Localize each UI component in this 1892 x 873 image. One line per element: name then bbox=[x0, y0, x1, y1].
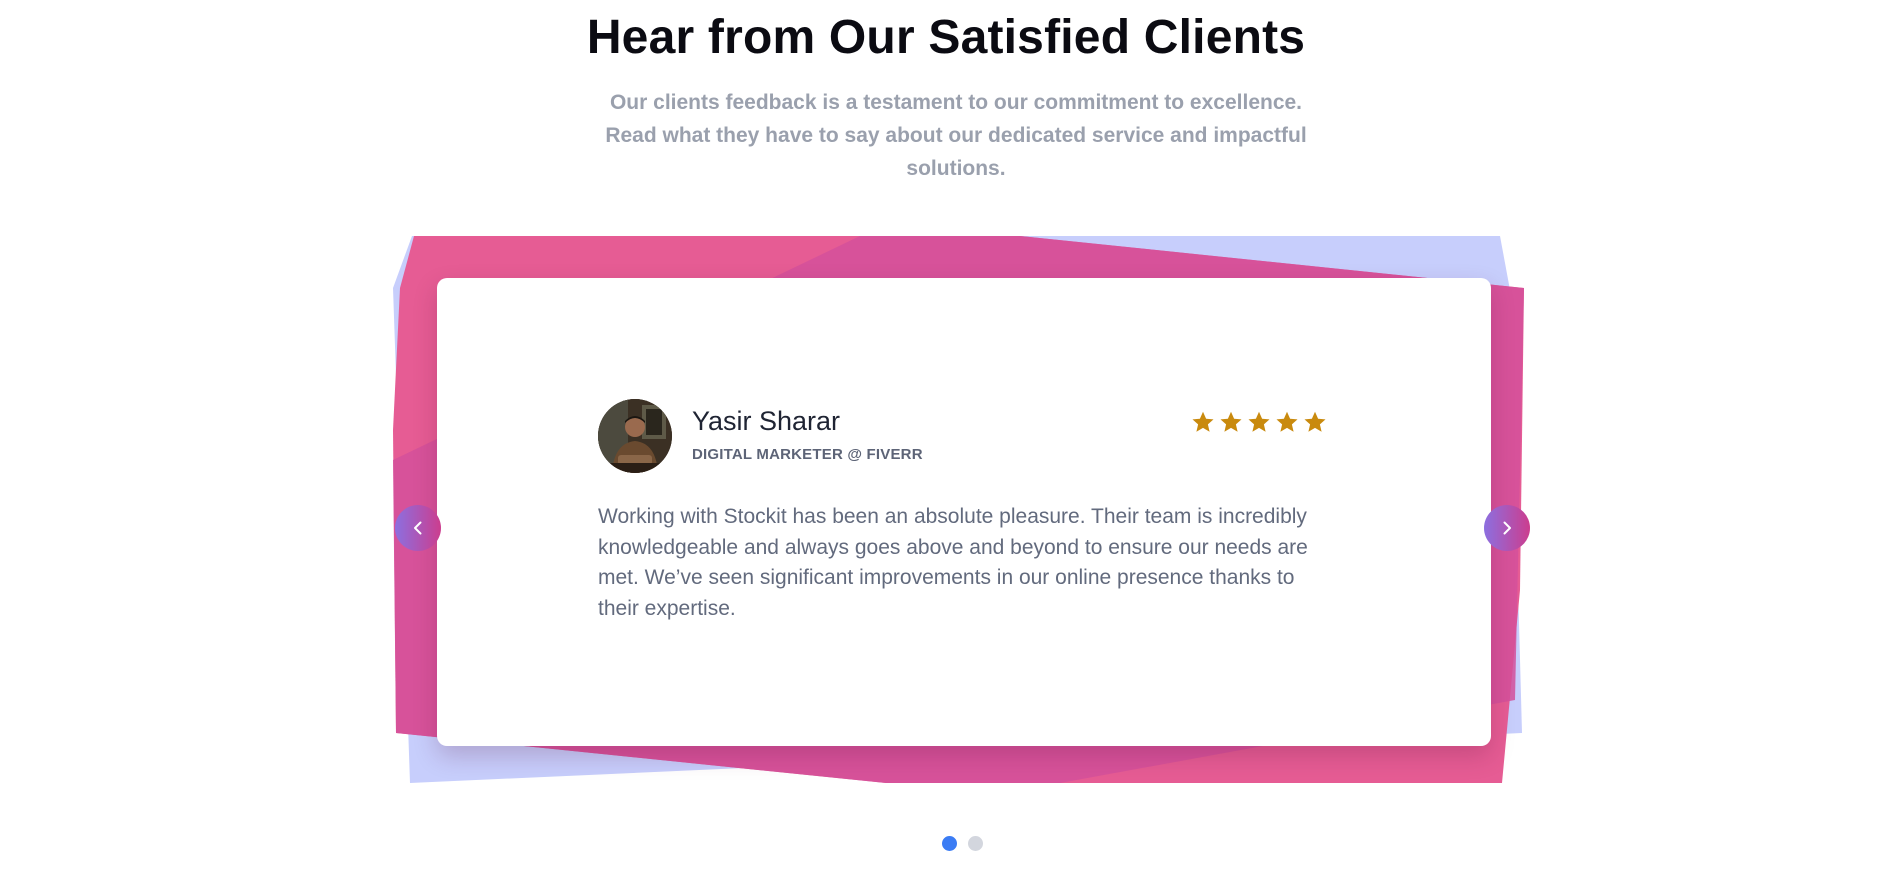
chevron-left-icon bbox=[414, 521, 422, 535]
prev-slide-button[interactable] bbox=[395, 505, 441, 551]
star-icon bbox=[1304, 411, 1326, 432]
client-role: DIGITAL MARKETER @ FIVERR bbox=[692, 446, 923, 463]
testimonial-carousel: Yasir Sharar DIGITAL MARKETER @ FIVERR W… bbox=[0, 0, 1892, 873]
testimonial-card: Yasir Sharar DIGITAL MARKETER @ FIVERR W… bbox=[437, 278, 1491, 746]
star-icon bbox=[1220, 411, 1242, 432]
testimonial-quote: Working with Stockit has been an absolut… bbox=[598, 505, 1308, 620]
chevron-right-icon bbox=[1503, 521, 1511, 535]
next-slide-button[interactable] bbox=[1484, 505, 1530, 551]
pagination-dot-2[interactable] bbox=[968, 836, 983, 851]
star-icon bbox=[1192, 411, 1214, 432]
rating-stars bbox=[1191, 410, 1327, 434]
client-name: Yasir Sharar bbox=[692, 406, 841, 436]
pagination-dot-1[interactable] bbox=[942, 836, 957, 851]
carousel-pagination bbox=[942, 836, 983, 851]
star-icon bbox=[1248, 411, 1270, 432]
star-icon bbox=[1276, 411, 1298, 432]
avatar bbox=[598, 399, 672, 473]
testimonials-section: Hear from Our Satisfied Clients Our clie… bbox=[0, 0, 1892, 873]
